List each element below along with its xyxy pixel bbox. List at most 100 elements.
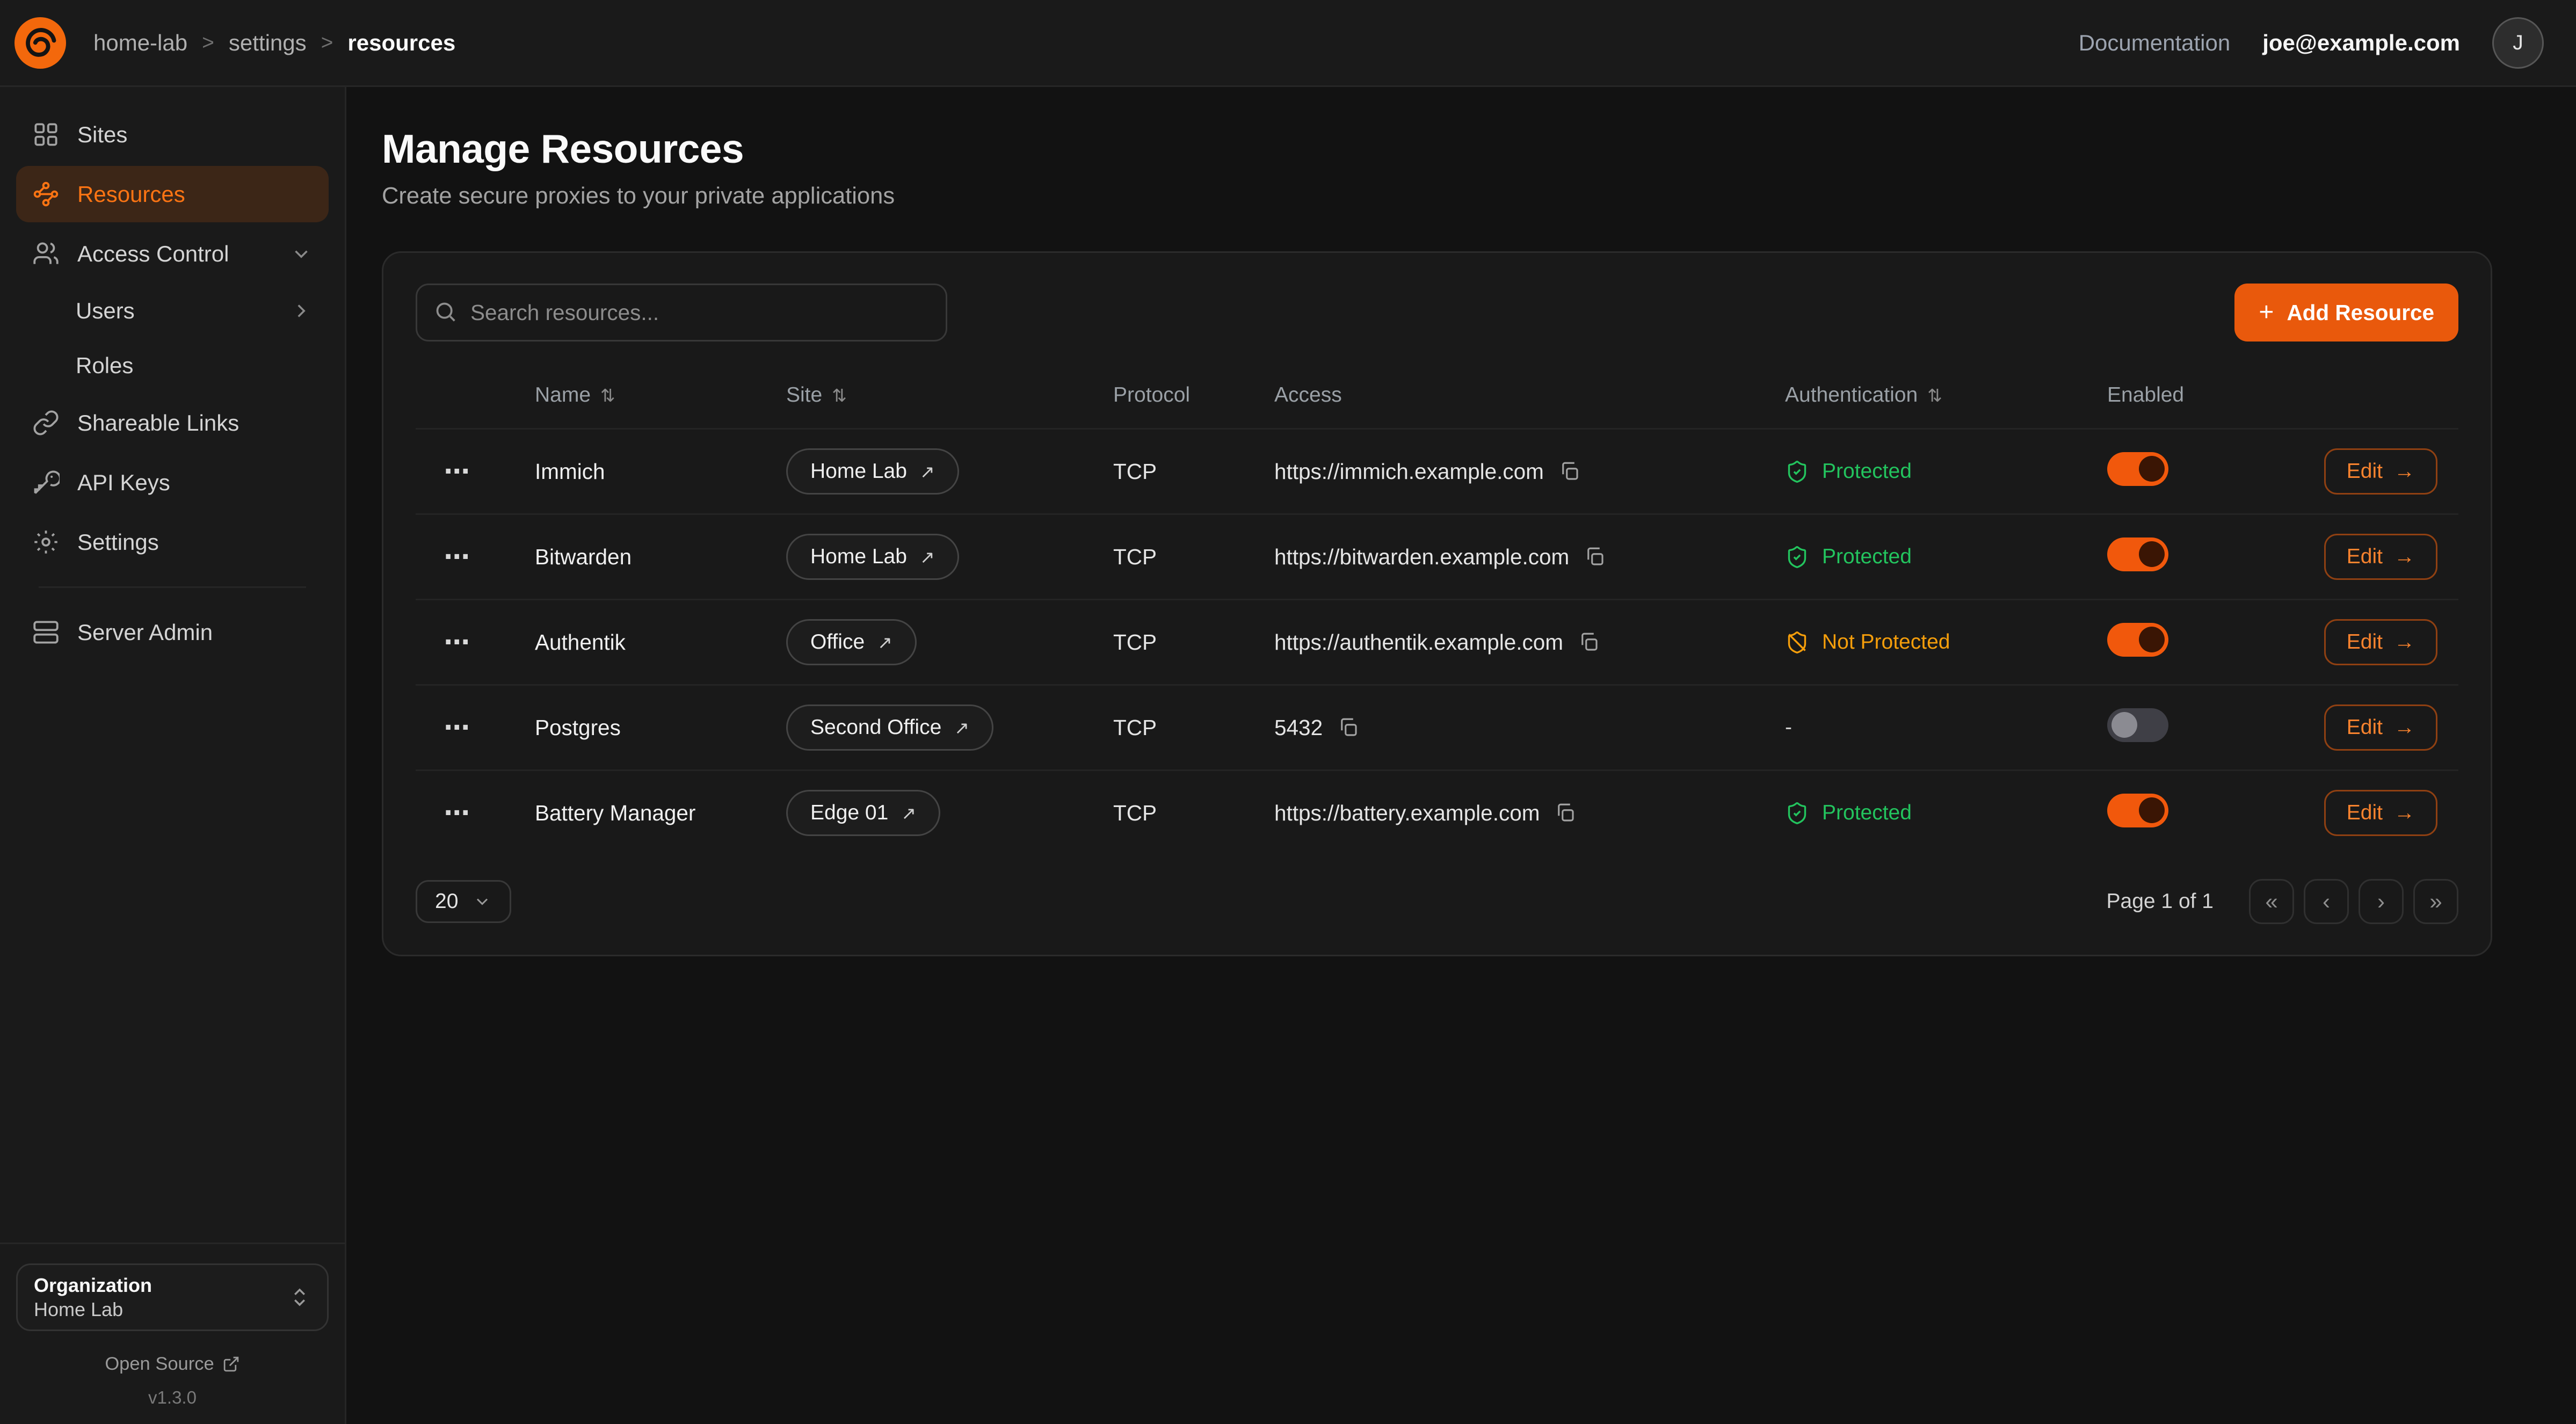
- sidebar-item-label: Roles: [76, 353, 133, 379]
- row-menu-button[interactable]: ⋯: [435, 798, 480, 828]
- gear-icon: [32, 528, 60, 556]
- avatar[interactable]: J: [2492, 17, 2544, 69]
- external-link-icon: ↗: [877, 632, 892, 653]
- sidebar-item-users[interactable]: Users: [16, 285, 329, 337]
- edit-button[interactable]: Edit→: [2324, 448, 2437, 495]
- site-link[interactable]: Home Lab↗: [786, 448, 959, 495]
- search-icon: [433, 300, 458, 324]
- resource-name: Immich: [535, 459, 786, 484]
- breadcrumb-separator: >: [187, 31, 229, 55]
- protocol: TCP: [1113, 715, 1274, 740]
- site-link[interactable]: Home Lab↗: [786, 534, 959, 580]
- breadcrumb-org[interactable]: home-lab: [93, 30, 187, 56]
- resource-name: Battery Manager: [535, 801, 786, 826]
- arrow-right-icon: →: [2394, 630, 2415, 654]
- copy-icon[interactable]: [1578, 631, 1600, 653]
- sort-by-site[interactable]: Site⇅: [786, 383, 847, 407]
- table-row: ⋯ Battery Manager Edge 01↗ TCP https://b…: [416, 769, 2458, 855]
- copy-icon[interactable]: [1584, 546, 1606, 568]
- site-link[interactable]: Second Office↗: [786, 704, 993, 751]
- resource-name: Postgres: [535, 715, 786, 740]
- sidebar: Sites Resources Access Control Users: [0, 87, 346, 1424]
- edit-button[interactable]: Edit→: [2324, 790, 2437, 836]
- organization-selector[interactable]: Organization Home Lab: [16, 1263, 329, 1331]
- add-resource-button[interactable]: + Add Resource: [2234, 284, 2458, 342]
- arrow-right-icon: →: [2394, 801, 2415, 825]
- table-row: ⋯ Immich Home Lab↗ TCP https://immich.ex…: [416, 428, 2458, 513]
- sidebar-item-shareable-links[interactable]: Shareable Links: [16, 395, 329, 451]
- protocol: TCP: [1113, 801, 1274, 826]
- sidebar-item-sites[interactable]: Sites: [16, 106, 329, 163]
- site-link[interactable]: Edge 01↗: [786, 790, 940, 836]
- pagination: 20 Page 1 of 1 « ‹ › »: [416, 879, 2458, 924]
- page-indicator: Page 1 of 1: [2107, 890, 2214, 913]
- auth-cell: Protected: [1785, 801, 2107, 825]
- enabled-toggle[interactable]: [2107, 537, 2168, 571]
- row-menu-button[interactable]: ⋯: [435, 542, 480, 572]
- auth-cell: Protected: [1785, 545, 2107, 569]
- table-row: ⋯ Postgres Second Office↗ TCP 5432 - Edi…: [416, 684, 2458, 769]
- table-row: ⋯ Bitwarden Home Lab↗ TCP https://bitwar…: [416, 513, 2458, 599]
- chevron-right-icon: [290, 300, 313, 322]
- sidebar-item-resources[interactable]: Resources: [16, 166, 329, 222]
- enabled-toggle[interactable]: [2107, 623, 2168, 657]
- breadcrumb-settings[interactable]: settings: [229, 30, 307, 56]
- sidebar-item-access-control[interactable]: Access Control: [16, 226, 329, 282]
- table-row: ⋯ Authentik Office↗ TCP https://authenti…: [416, 599, 2458, 684]
- search-input[interactable]: [416, 284, 947, 342]
- shield-check-icon: [1785, 545, 1809, 569]
- edit-button[interactable]: Edit→: [2324, 704, 2437, 751]
- auth-status: Not Protected: [1822, 630, 1950, 654]
- edit-button[interactable]: Edit→: [2324, 619, 2437, 665]
- external-link-icon: ↗: [901, 803, 916, 824]
- sidebar-item-label: Settings: [77, 529, 159, 555]
- first-page-button[interactable]: «: [2249, 879, 2294, 924]
- copy-icon[interactable]: [1337, 716, 1360, 739]
- topbar: home-lab > settings > resources Document…: [0, 0, 2576, 87]
- last-page-button[interactable]: »: [2413, 879, 2458, 924]
- organization-label: Organization: [34, 1273, 288, 1297]
- row-menu-button[interactable]: ⋯: [435, 456, 480, 486]
- auth-status: Protected: [1822, 545, 1912, 569]
- shield-off-icon: [1785, 630, 1809, 655]
- auth-status: Protected: [1822, 801, 1912, 825]
- server-icon: [32, 619, 60, 646]
- open-source-link[interactable]: Open Source: [16, 1354, 329, 1375]
- chevrons-up-down-icon: [288, 1286, 311, 1309]
- sidebar-item-label: Access Control: [77, 241, 229, 267]
- sidebar-divider: [39, 586, 306, 588]
- row-menu-button[interactable]: ⋯: [435, 713, 480, 743]
- sidebar-item-settings[interactable]: Settings: [16, 514, 329, 570]
- app-logo-icon[interactable]: [13, 16, 68, 70]
- breadcrumb-current-page[interactable]: resources: [347, 30, 455, 56]
- copy-icon[interactable]: [1558, 460, 1581, 483]
- sort-by-name[interactable]: Name⇅: [535, 383, 615, 407]
- sidebar-item-api-keys[interactable]: API Keys: [16, 454, 329, 511]
- documentation-link[interactable]: Documentation: [2079, 30, 2231, 56]
- user-email[interactable]: joe@example.com: [2262, 30, 2460, 56]
- version-label: v1.3.0: [16, 1387, 329, 1408]
- resources-card: + Add Resource Name⇅ Site⇅ Protocol Acce…: [382, 251, 2492, 956]
- enabled-toggle[interactable]: [2107, 452, 2168, 486]
- site-link[interactable]: Office↗: [786, 619, 917, 665]
- copy-icon[interactable]: [1554, 802, 1577, 824]
- shield-check-icon: [1785, 460, 1809, 484]
- page-size-select[interactable]: 20: [416, 880, 511, 923]
- sidebar-item-roles[interactable]: Roles: [16, 340, 329, 391]
- enabled-toggle[interactable]: [2107, 708, 2168, 742]
- row-menu-button[interactable]: ⋯: [435, 627, 480, 657]
- next-page-button[interactable]: ›: [2359, 879, 2404, 924]
- plus-icon: +: [2259, 300, 2274, 325]
- sidebar-item-label: Shareable Links: [77, 410, 239, 436]
- sidebar-item-label: Users: [76, 298, 135, 324]
- link-icon: [32, 409, 60, 437]
- enabled-toggle[interactable]: [2107, 794, 2168, 827]
- sort-by-authentication[interactable]: Authentication⇅: [1785, 383, 1942, 407]
- previous-page-button[interactable]: ‹: [2304, 879, 2349, 924]
- protocol: TCP: [1113, 459, 1274, 484]
- auth-cell: Not Protected: [1785, 630, 2107, 655]
- header-protocol: Protocol: [1113, 383, 1274, 407]
- edit-button[interactable]: Edit→: [2324, 534, 2437, 580]
- auth-cell: Protected: [1785, 460, 2107, 484]
- sidebar-item-server-admin[interactable]: Server Admin: [16, 604, 329, 660]
